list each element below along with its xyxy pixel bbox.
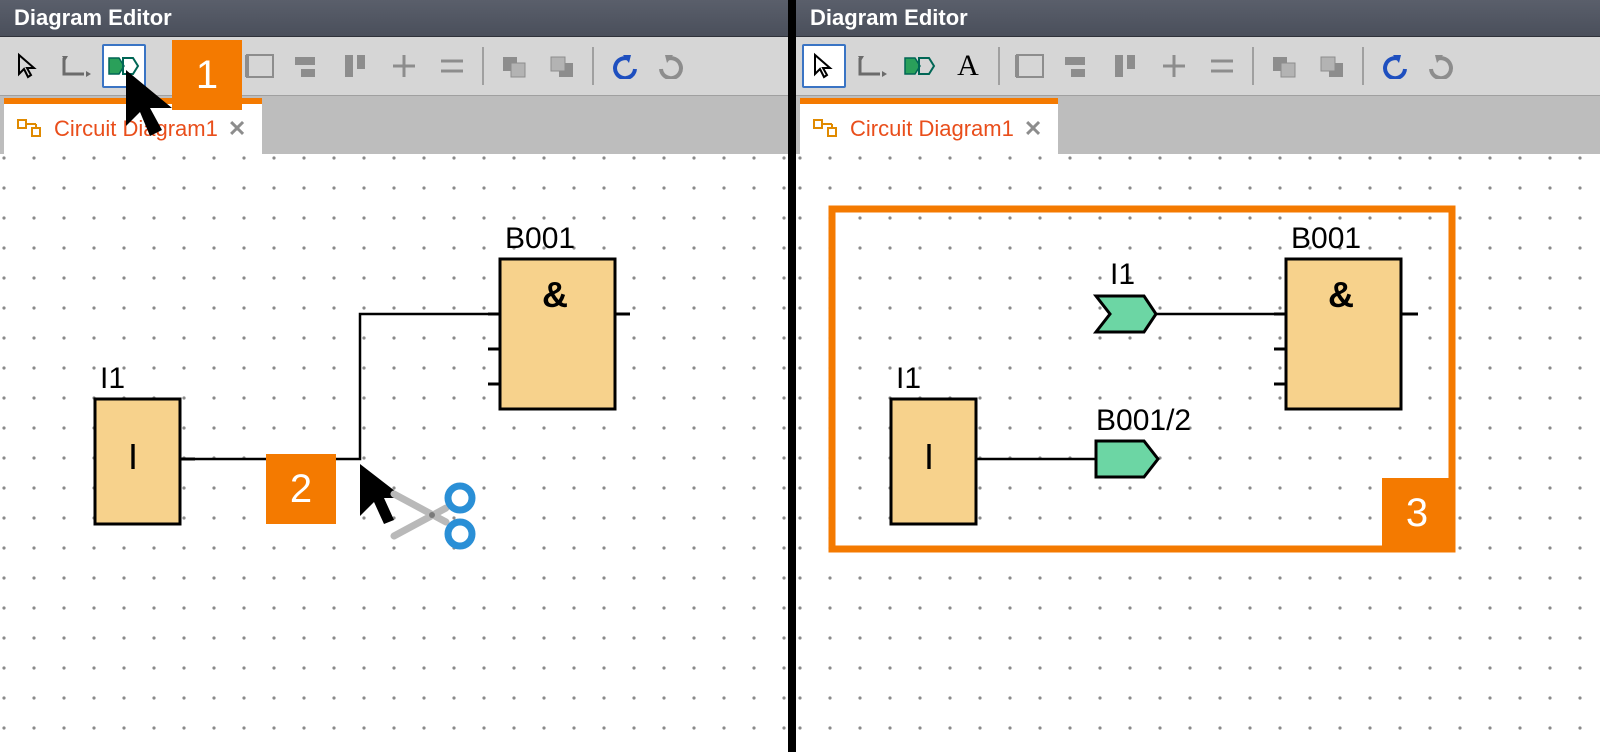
- send-back-button[interactable]: [1310, 44, 1354, 88]
- window-title: Diagram Editor: [796, 0, 1600, 37]
- block-symbol-input: I: [128, 436, 138, 478]
- align-left-button[interactable]: [1008, 44, 1052, 88]
- block-label-i1: I1: [896, 362, 921, 396]
- connector-label-b001-2: B001/2: [1096, 404, 1191, 438]
- diagram-icon: [16, 118, 44, 140]
- block-label-i1: I1: [100, 362, 125, 396]
- pane-divider: [788, 0, 796, 752]
- diagram-canvas[interactable]: B001 & I1 I: [0, 154, 788, 752]
- block-label-b001: B001: [1291, 222, 1361, 256]
- tab-close-button[interactable]: ✕: [228, 116, 246, 142]
- callout-3: 3: [1382, 478, 1452, 548]
- align-right-button[interactable]: [1056, 44, 1100, 88]
- toolbar-separator: [998, 47, 1000, 85]
- text-tool-button[interactable]: A: [946, 44, 990, 88]
- align-left-button[interactable]: [238, 44, 282, 88]
- redo-button[interactable]: [1420, 44, 1464, 88]
- tab-label: Circuit Diagram1: [850, 116, 1014, 142]
- callout-2: 2: [266, 454, 336, 524]
- block-symbol-and: &: [542, 274, 568, 316]
- align-top-button[interactable]: [334, 44, 378, 88]
- callout-1: 1: [172, 40, 242, 110]
- toolbar: A: [796, 37, 1600, 96]
- connector-label-i1: I1: [1110, 258, 1135, 292]
- tab-strip: Circuit Diagram1 ✕: [796, 96, 1600, 154]
- distribute-h-button[interactable]: [382, 44, 426, 88]
- align-top-button[interactable]: [1104, 44, 1148, 88]
- diagram-canvas[interactable]: B001 & I1 I I1 B001/2: [796, 154, 1600, 752]
- cut-join-tool-button[interactable]: [898, 44, 942, 88]
- bring-front-button[interactable]: [1262, 44, 1306, 88]
- toolbar-separator: [1252, 47, 1254, 85]
- undo-button[interactable]: [1372, 44, 1416, 88]
- toolbar-separator: [1362, 47, 1364, 85]
- bring-front-button[interactable]: [492, 44, 536, 88]
- undo-button[interactable]: [602, 44, 646, 88]
- select-tool-button[interactable]: [802, 44, 846, 88]
- send-back-button[interactable]: [540, 44, 584, 88]
- redo-button[interactable]: [650, 44, 694, 88]
- tab-circuit-diagram1[interactable]: Circuit Diagram1 ✕: [800, 98, 1058, 154]
- block-symbol-input: I: [924, 436, 934, 478]
- window-title: Diagram Editor: [0, 0, 788, 37]
- distribute-v-button[interactable]: [1200, 44, 1244, 88]
- diagram-icon: [812, 118, 840, 140]
- align-right-button[interactable]: [286, 44, 330, 88]
- tab-close-button[interactable]: ✕: [1024, 116, 1042, 142]
- right-pane: Diagram Editor A: [796, 0, 1600, 752]
- toolbar-separator: [482, 47, 484, 85]
- left-pane: Diagram Editor: [0, 0, 788, 752]
- connect-tool-button[interactable]: [54, 44, 98, 88]
- distribute-h-button[interactable]: [1152, 44, 1196, 88]
- distribute-v-button[interactable]: [430, 44, 474, 88]
- toolbar-separator: [592, 47, 594, 85]
- select-tool-button[interactable]: [6, 44, 50, 88]
- connect-tool-button[interactable]: [850, 44, 894, 88]
- cursor-icon: [116, 64, 176, 140]
- block-label-b001: B001: [505, 222, 575, 256]
- block-symbol-and: &: [1328, 274, 1354, 316]
